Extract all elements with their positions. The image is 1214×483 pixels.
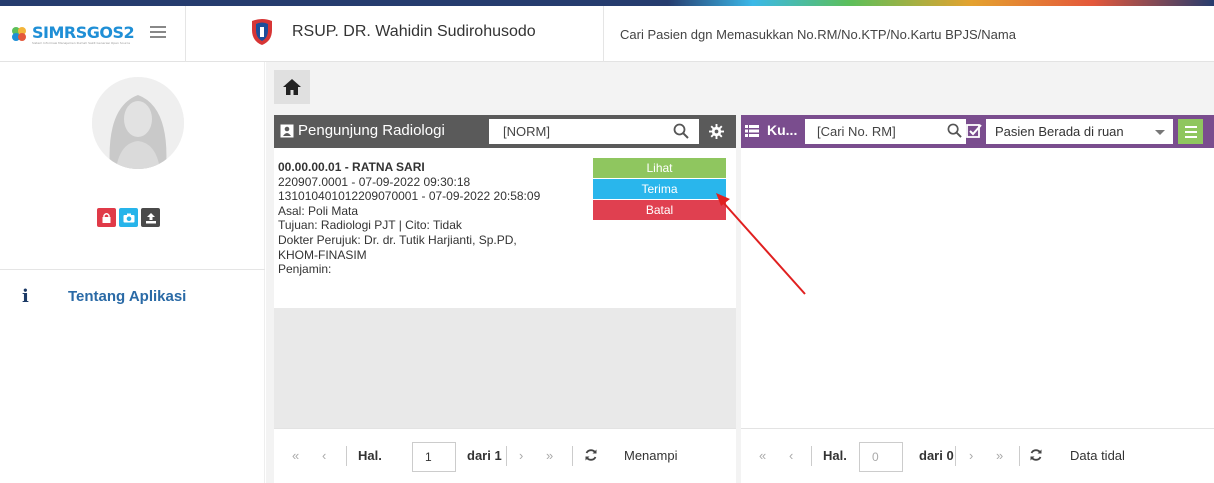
sidebar-item-tentang-aplikasi[interactable]: i Tentang Aplikasi	[22, 286, 186, 307]
pager-status: Data tidal	[1070, 448, 1125, 463]
pager-divider	[1019, 446, 1020, 466]
page-number-input[interactable]: 0	[859, 442, 903, 472]
guarantor-info: Penjamin:	[278, 262, 332, 277]
panel-title: Pengunjung Radiologi	[298, 122, 445, 139]
norm-search-input[interactable]: [NORM]	[489, 119, 699, 144]
lock-icon	[102, 213, 111, 223]
search-icon[interactable]	[673, 123, 689, 139]
queue-panel-header: Ku... [Cari No. RM] Pasien Berada di rua…	[741, 115, 1214, 148]
batal-button[interactable]: Batal	[593, 200, 726, 220]
sidebar: i Tentang Aplikasi	[0, 62, 265, 483]
logo-mark-icon	[12, 27, 26, 41]
hospital-logo-icon	[252, 19, 272, 45]
avatar	[92, 77, 184, 169]
logo-area: SIMRSGOS2 Sistem Informasi Manajemen Rum…	[0, 6, 186, 62]
logo-subtitle: Sistem Informasi Manajemen Rumah Sakit G…	[32, 41, 131, 45]
radiology-visitors-panel: Pengunjung Radiologi [NORM] 00.00.00.01 …	[274, 115, 736, 483]
queue-panel-title: Ku...	[767, 122, 798, 138]
next-page-icon[interactable]: ›	[969, 448, 973, 463]
lock-button[interactable]	[97, 208, 116, 227]
record-details: 00.00.00.01 - RATNA SARI 220907.0001 - 0…	[278, 160, 540, 277]
gear-icon[interactable]	[709, 124, 724, 139]
search-icon[interactable]	[947, 123, 962, 138]
patient-search-hint[interactable]: Cari Pasien dgn Memasukkan No.RM/No.KTP/…	[620, 27, 1016, 42]
main-content: Pengunjung Radiologi [NORM] 00.00.00.01 …	[266, 62, 1214, 483]
page-label: Hal.	[823, 448, 847, 463]
pager-divider	[572, 446, 573, 466]
page-total: dari 1	[467, 448, 502, 463]
checkbox-icon[interactable]	[966, 123, 982, 139]
pager-divider	[346, 446, 347, 466]
rm-search-input[interactable]: [Cari No. RM]	[805, 119, 966, 144]
hamburger-menu-icon[interactable]	[150, 26, 166, 40]
lihat-button[interactable]: Lihat	[593, 158, 726, 178]
pager-divider	[506, 446, 507, 466]
prev-page-icon[interactable]: ‹	[789, 448, 793, 463]
hospital-area: RSUP. DR. Wahidin Sudirohusodo	[190, 6, 604, 62]
home-button[interactable]	[274, 70, 310, 104]
page-total: dari 0	[919, 448, 954, 463]
upload-icon	[145, 212, 156, 223]
sidebar-divider	[0, 269, 265, 270]
location-filter-select[interactable]: Pasien Berada di ruan	[986, 119, 1173, 144]
page-number-input[interactable]: 1	[412, 442, 456, 472]
queue-menu-button[interactable]	[1178, 119, 1203, 144]
record-actions: Lihat Terima Batal	[593, 158, 726, 221]
pager-divider	[811, 446, 812, 466]
location-filter-value: Pasien Berada di ruan	[995, 124, 1124, 139]
prev-page-icon[interactable]: ‹	[322, 448, 326, 463]
right-pagination: « ‹ Hal. 0 dari 0 › » Data tidal	[741, 428, 1214, 483]
logo-text: SIMRSGOS2	[32, 23, 135, 42]
avatar-actions	[97, 208, 160, 227]
rm-search-placeholder: [Cari No. RM]	[817, 124, 896, 139]
left-pagination: « ‹ Hal. 1 dari 1 › » Menampi	[274, 428, 736, 483]
first-page-icon[interactable]: «	[292, 448, 299, 463]
referring-doctor: Dokter Perujuk: Dr. dr. Tutik Harjianti,…	[278, 232, 517, 247]
info-icon: i	[22, 286, 29, 307]
pager-divider	[955, 446, 956, 466]
upload-button[interactable]	[141, 208, 160, 227]
first-page-icon[interactable]: «	[759, 448, 766, 463]
user-avatar-icon	[92, 77, 184, 169]
hospital-name: RSUP. DR. Wahidin Sudirohusodo	[292, 23, 536, 40]
origin-info: Asal: Poli Mata	[278, 203, 359, 218]
referring-doctor-title: KHOM-FINASIM	[278, 247, 367, 262]
home-icon	[283, 79, 301, 95]
chevron-down-icon	[1155, 130, 1165, 135]
list-icon	[745, 125, 759, 137]
patient-name: 00.00.00.01 - RATNA SARI	[278, 160, 425, 174]
sidebar-item-label: Tentang Aplikasi	[68, 288, 187, 305]
last-page-icon[interactable]: »	[546, 448, 553, 463]
terima-button[interactable]: Terima	[593, 179, 726, 199]
next-page-icon[interactable]: ›	[519, 448, 523, 463]
camera-button[interactable]	[119, 208, 138, 227]
patient-record[interactable]: 00.00.00.01 - RATNA SARI 220907.0001 - 0…	[274, 148, 736, 308]
panel-header: Pengunjung Radiologi [NORM]	[274, 115, 736, 148]
registration-info: 131010401012209070001 - 07-09-2022 20:58…	[278, 189, 541, 204]
refresh-icon[interactable]	[584, 448, 598, 462]
visitor-icon	[280, 124, 294, 138]
refresh-icon[interactable]	[1029, 448, 1043, 462]
camera-icon	[123, 213, 134, 222]
norm-search-placeholder: [NORM]	[503, 124, 550, 139]
last-page-icon[interactable]: »	[996, 448, 1003, 463]
visit-info: 220907.0001 - 07-09-2022 09:30:18	[278, 174, 471, 189]
queue-panel: Ku... [Cari No. RM] Pasien Berada di rua…	[741, 115, 1214, 483]
page-label: Hal.	[358, 448, 382, 463]
app-logo[interactable]: SIMRSGOS2 Sistem Informasi Manajemen Rum…	[10, 23, 135, 46]
pager-status: Menampi	[624, 448, 678, 463]
app-header: SIMRSGOS2 Sistem Informasi Manajemen Rum…	[0, 6, 1214, 62]
destination-info: Tujuan: Radiologi PJT | Cito: Tidak	[278, 218, 462, 233]
